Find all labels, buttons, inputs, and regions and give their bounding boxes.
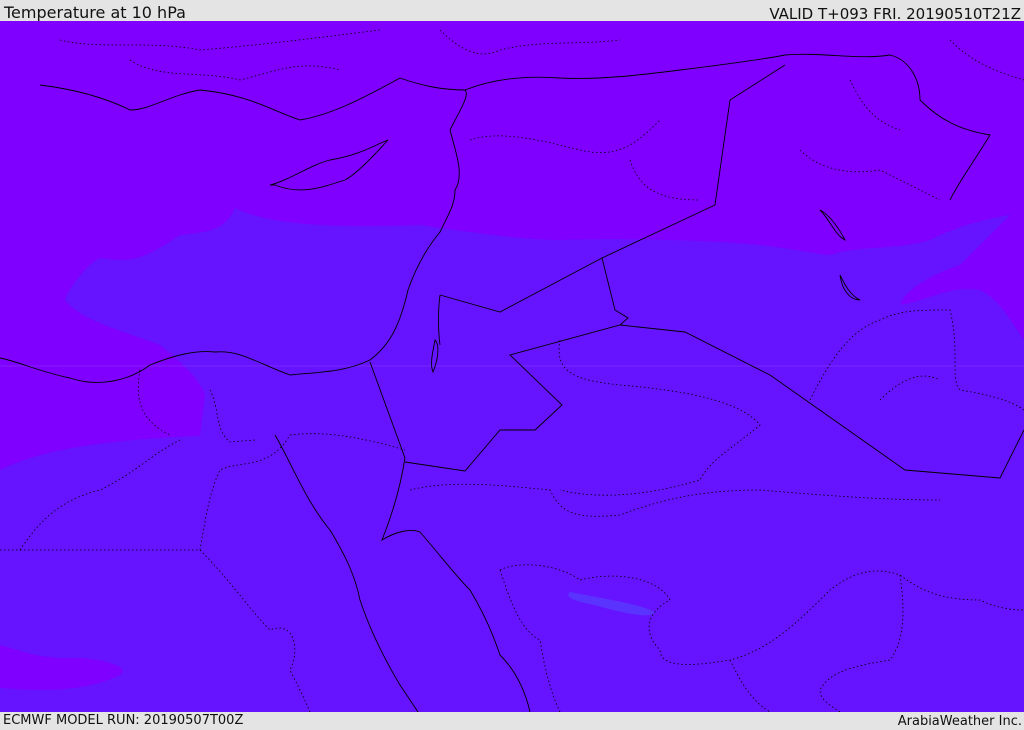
warm-region — [0, 208, 1024, 712]
model-run: ECMWF MODEL RUN: 20190507T00Z — [3, 713, 244, 728]
footer-bar: ECMWF MODEL RUN: 20190507T00Z ArabiaWeat… — [0, 712, 1024, 729]
map-title: Temperature at 10 hPa — [4, 3, 186, 22]
temperature-map — [0, 21, 1024, 712]
credit: ArabiaWeather Inc. — [897, 714, 1022, 729]
header-bar: Temperature at 10 hPa VALID T+093 FRI. 2… — [0, 0, 1024, 23]
